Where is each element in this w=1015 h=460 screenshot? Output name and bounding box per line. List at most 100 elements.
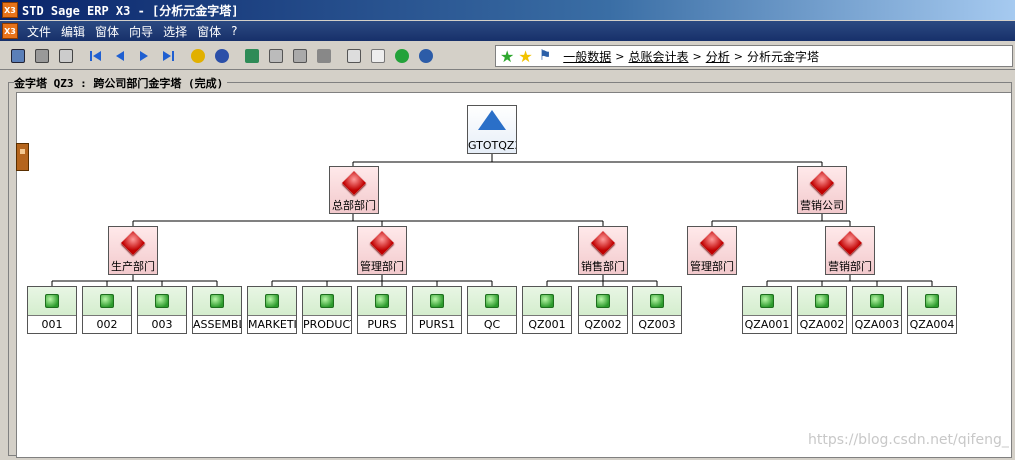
copy-icon xyxy=(269,48,283,63)
first-record-button[interactable] xyxy=(86,46,106,66)
paste-button[interactable] xyxy=(290,46,310,66)
tree-leaf-qza001[interactable]: QZA001 xyxy=(742,286,792,334)
print-button[interactable] xyxy=(32,46,52,66)
tree-leaf-002[interactable]: 002 xyxy=(82,286,132,334)
first-icon xyxy=(90,50,101,61)
link-icon xyxy=(191,48,205,63)
app-logo-icon: X3 xyxy=(2,2,18,18)
tree-leaf-qza002[interactable]: QZA002 xyxy=(797,286,847,334)
favorite-star-icon[interactable]: ★ xyxy=(518,47,532,66)
cube-icon xyxy=(596,294,610,308)
print-preview-button[interactable] xyxy=(56,46,76,66)
menu-bar: X3 文件 编辑 窗体 向导 选择 窗体 ? xyxy=(0,21,1015,41)
cube-icon xyxy=(485,294,499,308)
tree-leaf-001[interactable]: 001 xyxy=(27,286,77,334)
pyramid-node-icon xyxy=(590,230,616,256)
cube-icon xyxy=(100,294,114,308)
cube-icon xyxy=(925,294,939,308)
cut-button[interactable] xyxy=(242,46,262,66)
menu-window-2[interactable]: 窗体 xyxy=(192,23,226,40)
tree-leaf-qz002[interactable]: QZ002 xyxy=(578,286,628,334)
tree-node-management-dept-2[interactable]: 管理部门 xyxy=(687,226,737,275)
tree-leaf-purs1[interactable]: PURS1 xyxy=(412,286,462,334)
search-button[interactable] xyxy=(416,46,436,66)
breadcrumb-general-data[interactable]: 一般数据 xyxy=(563,48,611,65)
help-icon xyxy=(215,48,229,63)
menu-app-icon[interactable]: X3 xyxy=(2,23,18,39)
cube-icon xyxy=(650,294,664,308)
pyramid-node-icon xyxy=(837,230,863,256)
cube-icon xyxy=(210,294,224,308)
cube-icon xyxy=(155,294,169,308)
cube-icon xyxy=(375,294,389,308)
tree-leaf-003[interactable]: 003 xyxy=(137,286,187,334)
side-panel-toggle[interactable] xyxy=(16,143,29,171)
refresh-icon xyxy=(395,48,409,63)
print-preview-icon xyxy=(59,48,73,63)
tree-leaf-product[interactable]: PRODUCT xyxy=(302,286,352,334)
breadcrumb-analysis[interactable]: 分析 xyxy=(706,48,730,65)
tree-leaf-qz001[interactable]: QZ001 xyxy=(522,286,572,334)
breadcrumb-separator: > xyxy=(733,49,743,63)
cut-icon xyxy=(245,48,259,63)
last-record-button[interactable] xyxy=(158,46,178,66)
watermark: https://blog.csdn.net/qifeng_ xyxy=(808,432,1009,448)
refresh-button[interactable] xyxy=(392,46,412,66)
menu-edit[interactable]: 编辑 xyxy=(56,23,90,40)
edit-button[interactable] xyxy=(314,46,334,66)
tree-node-sales-dept[interactable]: 销售部门 xyxy=(578,226,628,275)
tree-leaf-qz003[interactable]: QZ003 xyxy=(632,286,682,334)
breadcrumb-separator: > xyxy=(692,49,702,63)
window-title: STD Sage ERP X3 - [分析元金字塔] xyxy=(22,3,239,18)
tree-node-production-dept[interactable]: 生产部门 xyxy=(108,226,158,275)
navigation-bar: ★ ★ ⚑ 一般数据 > 总账会计表 > 分析 > 分析元金字塔 xyxy=(495,45,1013,67)
panel-title: 金字塔 QZ3 : 跨公司部门金字塔 (完成) xyxy=(14,75,228,90)
edit-icon xyxy=(317,48,331,63)
cube-icon xyxy=(870,294,884,308)
pyramid-node-icon xyxy=(699,230,725,256)
tree-node-marketing-company[interactable]: 营销公司 xyxy=(797,166,847,214)
menu-select[interactable]: 选择 xyxy=(158,23,192,40)
cube-icon xyxy=(760,294,774,308)
tree-leaf-qza003[interactable]: QZA003 xyxy=(852,286,902,334)
cube-icon xyxy=(265,294,279,308)
signpost-icon[interactable]: ⚑ xyxy=(539,48,552,64)
cube-icon xyxy=(430,294,444,308)
breadcrumb-gl-tables[interactable]: 总账会计表 xyxy=(628,48,688,65)
menu-help[interactable]: ? xyxy=(226,24,242,38)
next-icon xyxy=(140,50,148,61)
pyramid-node-icon xyxy=(120,230,146,256)
cube-icon xyxy=(540,294,554,308)
last-icon xyxy=(163,50,174,61)
tree-leaf-assembl[interactable]: ASSEMBL xyxy=(192,286,242,334)
tree-node-headquarters[interactable]: 总部部门 xyxy=(329,166,379,214)
tree-node-root[interactable]: GTOTQZ3 xyxy=(467,105,517,154)
next-record-button[interactable] xyxy=(134,46,154,66)
menu-wizard[interactable]: 向导 xyxy=(124,23,158,40)
title-bar: X3 STD Sage ERP X3 - [分析元金字塔] xyxy=(0,0,1015,20)
cube-icon xyxy=(320,294,334,308)
prev-icon xyxy=(116,50,124,61)
prev-record-button[interactable] xyxy=(110,46,130,66)
tree-leaf-qza004[interactable]: QZA004 xyxy=(907,286,957,334)
save-button[interactable] xyxy=(8,46,28,66)
home-star-icon[interactable]: ★ xyxy=(500,47,514,66)
cube-icon xyxy=(815,294,829,308)
search-icon xyxy=(419,48,433,63)
menu-file[interactable]: 文件 xyxy=(22,23,56,40)
tree-leaf-qc[interactable]: QC xyxy=(467,286,517,334)
menu-window[interactable]: 窗体 xyxy=(90,23,124,40)
breadcrumb-current: 分析元金字塔 xyxy=(746,49,819,64)
text-icon xyxy=(371,48,385,63)
table-button[interactable] xyxy=(344,46,364,66)
pyramid-node-icon xyxy=(341,170,367,196)
tree-node-management-dept[interactable]: 管理部门 xyxy=(357,226,407,275)
text-button[interactable] xyxy=(368,46,388,66)
tree-leaf-purs[interactable]: PURS xyxy=(357,286,407,334)
help-button[interactable] xyxy=(212,46,232,66)
pyramid-node-icon xyxy=(809,170,835,196)
link-button[interactable] xyxy=(188,46,208,66)
copy-button[interactable] xyxy=(266,46,286,66)
tree-leaf-marketin[interactable]: MARKETIN xyxy=(247,286,297,334)
tree-node-marketing-dept[interactable]: 营销部门 xyxy=(825,226,875,275)
